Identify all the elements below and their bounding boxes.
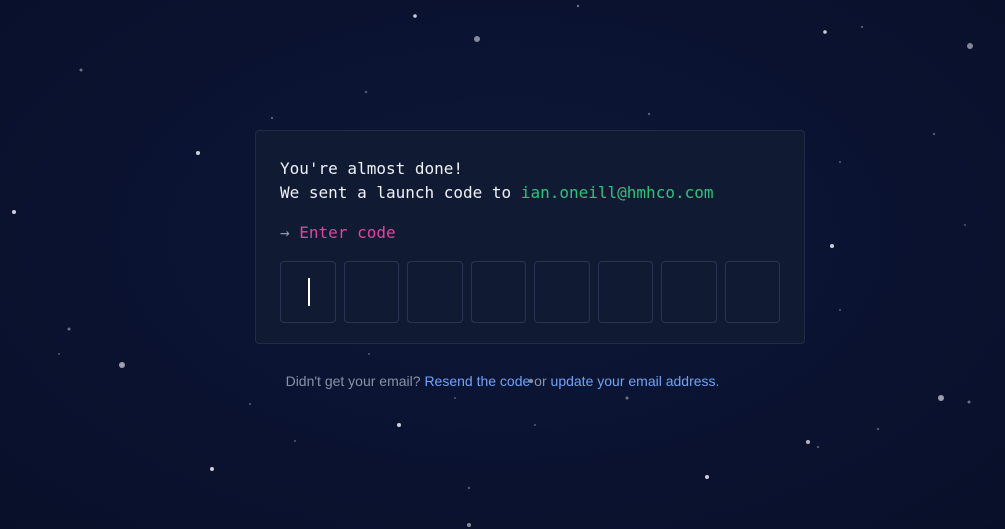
help-footer: Didn't get your email? Resend the code o…	[0, 372, 1005, 390]
verification-card: You're almost done! We sent a launch cod…	[255, 130, 805, 344]
enter-code-prompt: → Enter code	[280, 221, 780, 245]
email-address: ian.oneill@hmhco.com	[520, 183, 714, 202]
code-digit-3[interactable]	[407, 261, 463, 323]
sent-code-text: We sent a launch code to	[280, 183, 521, 202]
arrow-right-icon: →	[280, 223, 290, 242]
code-digit-6[interactable]	[597, 261, 653, 323]
sent-code-line: We sent a launch code to ian.oneill@hmhc…	[280, 181, 780, 205]
code-digit-8[interactable]	[724, 261, 780, 323]
code-digit-1[interactable]	[280, 261, 336, 323]
code-input-row	[280, 261, 780, 323]
heading-line: You're almost done!	[280, 159, 464, 178]
code-digit-4[interactable]	[470, 261, 526, 323]
update-email-link[interactable]: update your email address	[551, 373, 716, 389]
resend-code-link[interactable]: Resend the code	[424, 373, 530, 389]
code-digit-2[interactable]	[343, 261, 399, 323]
text-caret	[308, 278, 310, 306]
code-digit-5[interactable]	[534, 261, 590, 323]
or-text: or	[530, 373, 551, 389]
help-question: Didn't get your email?	[285, 373, 425, 389]
footer-period: .	[715, 373, 720, 389]
enter-code-label: Enter code	[299, 223, 396, 242]
code-digit-7[interactable]	[661, 261, 717, 323]
